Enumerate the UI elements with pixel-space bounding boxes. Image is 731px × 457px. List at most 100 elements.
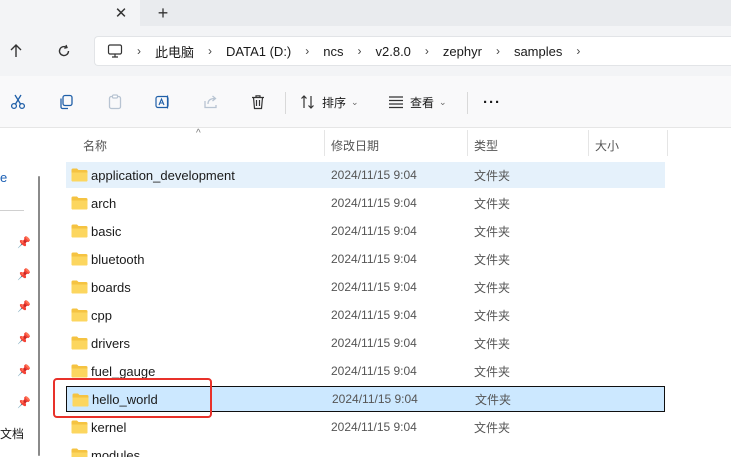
folder-icon (71, 448, 88, 457)
file-type: 文件夹 (474, 336, 511, 351)
column-header-row: ^ 名称 修改日期 类型 大小 (50, 128, 731, 158)
breadcrumb-zephyr[interactable]: zephyr (443, 44, 482, 59)
paste-icon[interactable] (103, 90, 127, 114)
file-name: kernel (91, 419, 127, 435)
folder-icon (71, 252, 88, 266)
tab-current[interactable]: ✕ (0, 0, 140, 26)
pin-icon: 📌 (17, 397, 31, 409)
cut-icon[interactable] (6, 90, 30, 114)
pin-icon: 📌 (17, 365, 31, 377)
column-header-date[interactable]: 修改日期 (331, 137, 379, 154)
column-divider[interactable] (467, 130, 468, 156)
sort-icon (300, 94, 316, 110)
file-type: 文件夹 (474, 224, 511, 239)
nav-scrollbar[interactable] (38, 176, 40, 456)
file-name: bluetooth (91, 251, 145, 267)
rename-icon[interactable] (151, 90, 175, 114)
file-row[interactable]: modules (66, 442, 665, 457)
close-tab-icon[interactable]: ✕ (110, 2, 132, 24)
breadcrumb-ncs[interactable]: ncs (323, 44, 343, 59)
chevron-down-icon: ⌄ (351, 96, 359, 107)
nav-item-fragment[interactable]: e (0, 170, 7, 185)
file-name: drivers (91, 335, 131, 351)
column-header-size[interactable]: 大小 (595, 137, 619, 154)
file-date: 2024/11/15 9:04 (331, 420, 417, 434)
file-name: arch (91, 195, 117, 211)
file-type: 文件夹 (474, 364, 511, 379)
file-type: 文件夹 (474, 168, 511, 183)
file-row[interactable]: basic 2024/11/15 9:04 文件夹 (66, 218, 665, 244)
address-row: › 此电脑 › DATA1 (D:) › ncs › v2.8.0 › zephyr › … (0, 26, 731, 76)
navigation-pane: e 📌 📌 📌 📌 📌 📌 文档 (0, 128, 50, 457)
file-row[interactable]: application_development 2024/11/15 9:04 … (66, 162, 665, 188)
breadcrumb-separator[interactable]: › (496, 44, 500, 58)
view-icon (388, 95, 404, 109)
sort-label: 排序 (322, 95, 347, 110)
delete-icon[interactable] (246, 90, 270, 114)
breadcrumb-separator[interactable]: › (425, 44, 429, 58)
file-name: cpp (91, 307, 112, 323)
view-button[interactable]: 查看 ⌄ (388, 90, 447, 114)
copy-icon[interactable] (54, 90, 78, 114)
breadcrumb-drive[interactable]: DATA1 (D:) (226, 44, 291, 59)
pin-icon: 📌 (17, 333, 31, 345)
file-date: 2024/11/15 9:04 (331, 196, 417, 210)
folder-icon (71, 196, 88, 210)
pin-icon: 📌 (17, 269, 31, 281)
toolbar-divider (285, 92, 286, 114)
file-row[interactable]: arch 2024/11/15 9:04 文件夹 (66, 190, 665, 216)
computer-icon (107, 44, 123, 58)
file-name: basic (91, 223, 122, 239)
file-date: 2024/11/15 9:04 (331, 308, 417, 322)
file-row[interactable]: drivers 2024/11/15 9:04 文件夹 (66, 330, 665, 356)
sort-button[interactable]: 排序 ⌄ (300, 90, 359, 114)
address-bar[interactable]: › 此电脑 › DATA1 (D:) › ncs › v2.8.0 › zephyr › … (94, 36, 731, 66)
file-row[interactable]: boards 2024/11/15 9:04 文件夹 (66, 274, 665, 300)
more-options-icon[interactable]: ··· (480, 90, 504, 114)
file-type: 文件夹 (474, 280, 511, 295)
breadcrumb-separator[interactable]: › (208, 44, 212, 58)
breadcrumb-version[interactable]: v2.8.0 (376, 44, 411, 59)
file-date: 2024/11/15 9:04 (331, 336, 417, 350)
highlight-annotation-box (53, 378, 212, 418)
file-name: modules (91, 447, 141, 457)
pin-icon: 📌 (17, 301, 31, 313)
file-date: 2024/11/15 9:04 (331, 280, 417, 294)
column-divider[interactable] (324, 130, 325, 156)
file-name: application_development (91, 167, 235, 183)
file-name: fuel_gauge (91, 363, 156, 379)
chevron-down-icon: ⌄ (439, 96, 447, 107)
share-icon[interactable] (199, 90, 223, 114)
file-type: 文件夹 (475, 392, 512, 407)
breadcrumb-separator[interactable]: › (358, 44, 362, 58)
breadcrumb-separator[interactable]: › (576, 44, 580, 58)
column-divider[interactable] (667, 130, 668, 156)
tab-strip: ✕ + (0, 0, 731, 26)
folder-icon (71, 224, 88, 238)
folder-icon (71, 308, 88, 322)
folder-icon (71, 420, 88, 434)
column-divider[interactable] (588, 130, 589, 156)
file-date: 2024/11/15 9:04 (332, 392, 418, 406)
breadcrumb-separator[interactable]: › (305, 44, 309, 58)
folder-icon (71, 336, 88, 350)
file-row[interactable]: cpp 2024/11/15 9:04 文件夹 (66, 302, 665, 328)
up-arrow-icon[interactable] (4, 39, 28, 63)
column-header-name[interactable]: 名称 (83, 137, 107, 154)
view-label: 查看 (410, 95, 435, 110)
file-name: boards (91, 279, 131, 295)
file-date: 2024/11/15 9:04 (331, 252, 417, 266)
folder-icon (71, 168, 88, 182)
breadcrumb-separator[interactable]: › (137, 44, 141, 58)
toolbar-divider (467, 92, 468, 114)
command-bar: 排序 ⌄ 查看 ⌄ ··· (0, 76, 731, 128)
file-date: 2024/11/15 9:04 (331, 224, 417, 238)
new-tab-icon[interactable]: + (150, 2, 176, 24)
sort-up-icon: ^ (196, 128, 201, 139)
refresh-icon[interactable] (52, 39, 76, 63)
nav-item-documents[interactable]: 文档 (0, 425, 24, 442)
column-header-type[interactable]: 类型 (474, 137, 498, 154)
breadcrumb-samples[interactable]: samples (514, 44, 562, 59)
file-row[interactable]: bluetooth 2024/11/15 9:04 文件夹 (66, 246, 665, 272)
breadcrumb-this-pc[interactable]: 此电脑 (155, 42, 194, 61)
